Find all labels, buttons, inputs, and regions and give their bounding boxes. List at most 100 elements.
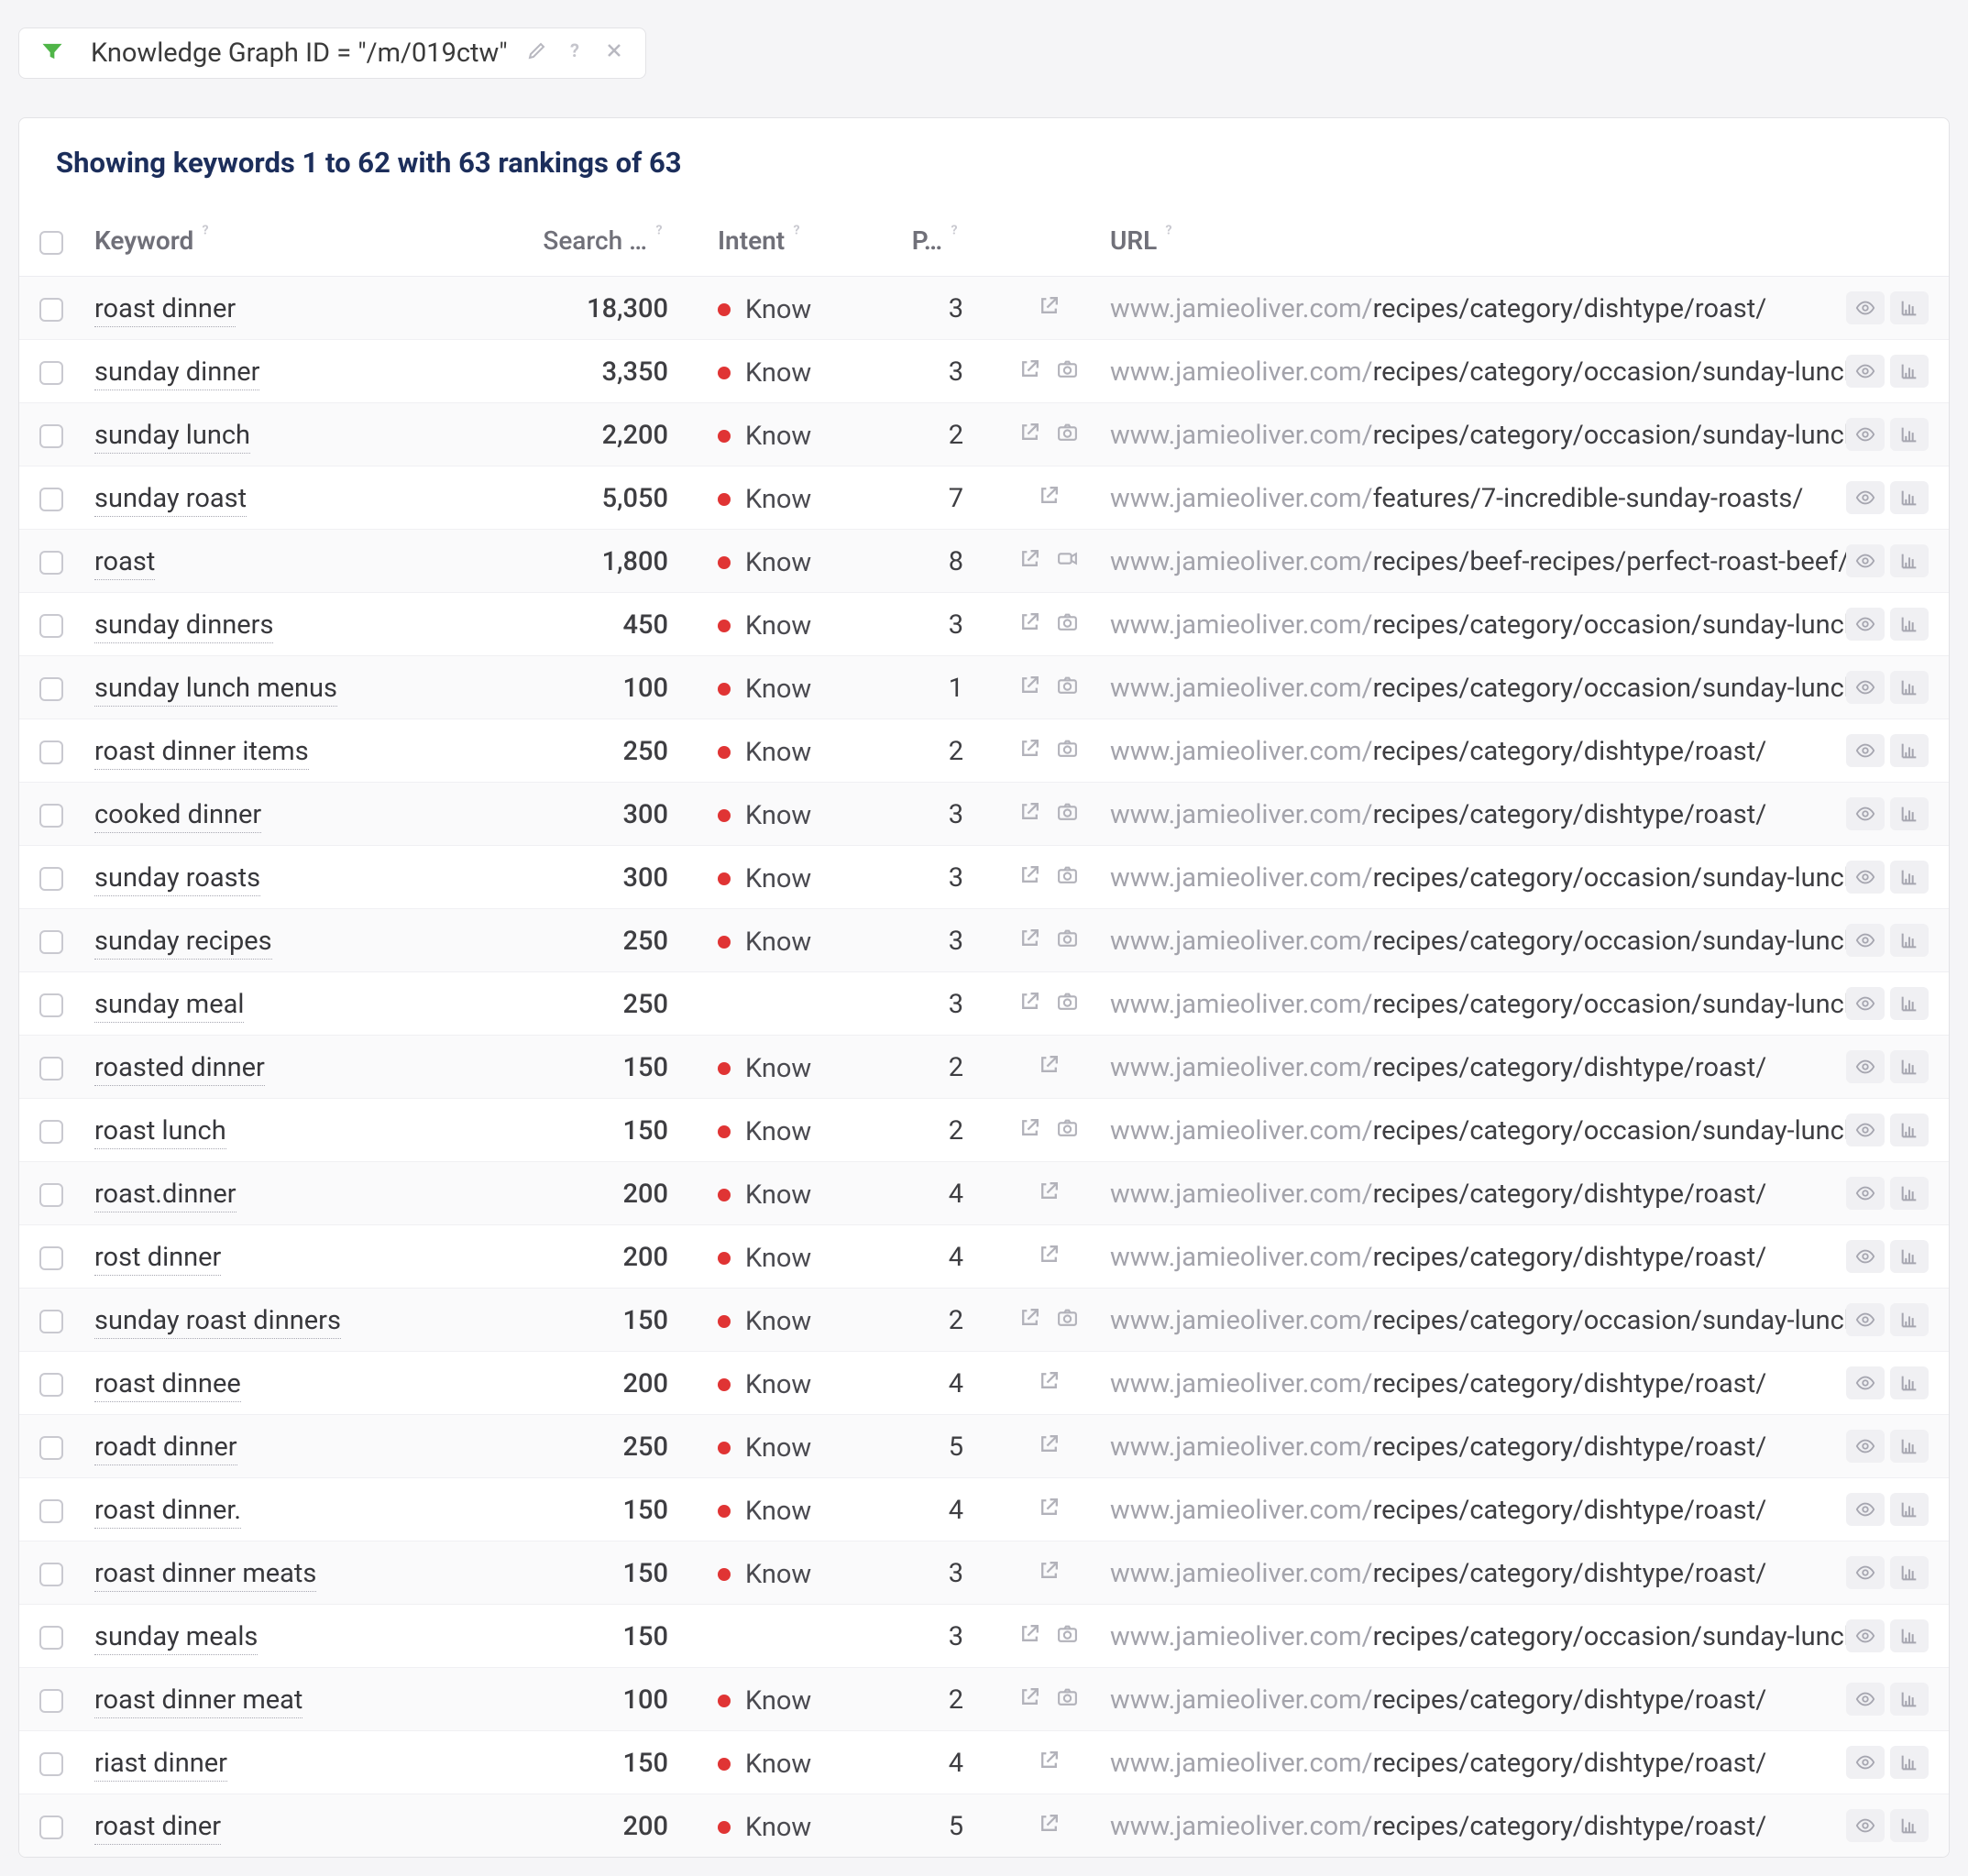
- keyword-link[interactable]: roast dinner meats: [94, 1558, 316, 1592]
- external-link-icon[interactable]: [1038, 293, 1061, 324]
- keyword-link[interactable]: roast dinner items: [94, 736, 309, 770]
- url-link[interactable]: www.jamieoliver.com/recipes/category/dis…: [1099, 1352, 1830, 1415]
- url-link[interactable]: www.jamieoliver.com/recipes/category/dis…: [1099, 783, 1830, 846]
- external-link-icon[interactable]: [1038, 1242, 1061, 1273]
- chart-button[interactable]: [1890, 1556, 1929, 1589]
- view-button[interactable]: [1846, 1556, 1885, 1589]
- view-button[interactable]: [1846, 355, 1885, 388]
- chart-button[interactable]: [1890, 987, 1929, 1020]
- external-link-icon[interactable]: [1018, 1621, 1041, 1652]
- external-link-icon[interactable]: [1018, 673, 1041, 704]
- camera-icon[interactable]: [1056, 989, 1079, 1020]
- video-icon[interactable]: [1056, 546, 1079, 577]
- url-link[interactable]: www.jamieoliver.com/recipes/category/dis…: [1099, 1794, 1830, 1858]
- row-checkbox[interactable]: [39, 614, 63, 638]
- keyword-link[interactable]: roast diner: [94, 1811, 221, 1845]
- view-button[interactable]: [1846, 671, 1885, 704]
- col-position[interactable]: P…?: [881, 200, 998, 277]
- url-link[interactable]: www.jamieoliver.com/recipes/beef-recipes…: [1099, 530, 1830, 593]
- camera-icon[interactable]: [1056, 1305, 1079, 1336]
- camera-icon[interactable]: [1056, 609, 1079, 641]
- row-checkbox[interactable]: [39, 1563, 63, 1586]
- url-link[interactable]: www.jamieoliver.com/recipes/category/occ…: [1099, 656, 1830, 719]
- help-icon[interactable]: ?: [1157, 225, 1178, 256]
- chart-button[interactable]: [1890, 418, 1929, 451]
- row-checkbox[interactable]: [39, 1057, 63, 1081]
- keyword-link[interactable]: roast.dinner: [94, 1179, 236, 1212]
- view-button[interactable]: [1846, 861, 1885, 894]
- url-link[interactable]: www.jamieoliver.com/recipes/category/occ…: [1099, 1605, 1830, 1668]
- external-link-icon[interactable]: [1018, 736, 1041, 767]
- url-link[interactable]: www.jamieoliver.com/recipes/category/dis…: [1099, 1731, 1830, 1794]
- col-search[interactable]: Search …?: [441, 200, 707, 277]
- row-checkbox[interactable]: [39, 1183, 63, 1207]
- chart-button[interactable]: [1890, 1493, 1929, 1526]
- chart-button[interactable]: [1890, 1430, 1929, 1463]
- url-link[interactable]: www.jamieoliver.com/recipes/category/occ…: [1099, 1099, 1830, 1162]
- view-button[interactable]: [1846, 1050, 1885, 1083]
- col-intent[interactable]: Intent?: [707, 200, 881, 277]
- row-checkbox[interactable]: [39, 1120, 63, 1144]
- view-button[interactable]: [1846, 418, 1885, 451]
- chart-button[interactable]: [1890, 1050, 1929, 1083]
- keyword-link[interactable]: sunday dinner: [94, 357, 259, 390]
- col-keyword[interactable]: Keyword?: [83, 200, 441, 277]
- external-link-icon[interactable]: [1038, 1748, 1061, 1779]
- help-icon[interactable]: ?: [647, 225, 668, 256]
- external-link-icon[interactable]: [1018, 926, 1041, 957]
- camera-icon[interactable]: [1056, 1621, 1079, 1652]
- col-url[interactable]: URL?: [1099, 200, 1830, 277]
- keyword-link[interactable]: riast dinner: [94, 1748, 227, 1782]
- help-icon[interactable]: ?: [942, 225, 963, 256]
- url-link[interactable]: www.jamieoliver.com/recipes/category/occ…: [1099, 909, 1830, 972]
- chart-button[interactable]: [1890, 608, 1929, 641]
- select-all-checkbox[interactable]: [39, 231, 63, 255]
- view-button[interactable]: [1846, 1809, 1885, 1842]
- row-checkbox[interactable]: [39, 488, 63, 511]
- camera-icon[interactable]: [1056, 1115, 1079, 1146]
- url-link[interactable]: www.jamieoliver.com/recipes/category/dis…: [1099, 1162, 1830, 1225]
- camera-icon[interactable]: [1056, 736, 1079, 767]
- chart-button[interactable]: [1890, 1746, 1929, 1779]
- keyword-link[interactable]: sunday roasts: [94, 862, 260, 896]
- external-link-icon[interactable]: [1038, 1052, 1061, 1083]
- camera-icon[interactable]: [1056, 357, 1079, 388]
- view-button[interactable]: [1846, 1746, 1885, 1779]
- chart-button[interactable]: [1890, 1619, 1929, 1652]
- row-checkbox[interactable]: [39, 804, 63, 828]
- chart-button[interactable]: [1890, 481, 1929, 514]
- row-checkbox[interactable]: [39, 1499, 63, 1523]
- url-link[interactable]: www.jamieoliver.com/recipes/category/dis…: [1099, 277, 1830, 340]
- help-icon[interactable]: ?: [785, 225, 806, 256]
- external-link-icon[interactable]: [1018, 799, 1041, 830]
- row-checkbox[interactable]: [39, 1436, 63, 1460]
- external-link-icon[interactable]: [1038, 1179, 1061, 1210]
- camera-icon[interactable]: [1056, 420, 1079, 451]
- keyword-link[interactable]: sunday meals: [94, 1621, 258, 1655]
- keyword-link[interactable]: sunday lunch: [94, 420, 250, 454]
- view-button[interactable]: [1846, 608, 1885, 641]
- edit-icon[interactable]: [526, 38, 548, 69]
- keyword-link[interactable]: roast dinner.: [94, 1495, 241, 1529]
- keyword-link[interactable]: sunday dinners: [94, 609, 273, 643]
- url-link[interactable]: www.jamieoliver.com/recipes/category/occ…: [1099, 972, 1830, 1036]
- row-checkbox[interactable]: [39, 361, 63, 385]
- external-link-icon[interactable]: [1038, 1495, 1061, 1526]
- keyword-link[interactable]: sunday roast dinners: [94, 1305, 341, 1339]
- view-button[interactable]: [1846, 1683, 1885, 1716]
- keyword-link[interactable]: sunday meal: [94, 989, 244, 1023]
- external-link-icon[interactable]: [1018, 989, 1041, 1020]
- url-link[interactable]: www.jamieoliver.com/features/7-incredibl…: [1099, 466, 1830, 530]
- keyword-link[interactable]: roast dinner: [94, 293, 236, 327]
- help-icon[interactable]: ?: [193, 225, 214, 256]
- view-button[interactable]: [1846, 544, 1885, 577]
- row-checkbox[interactable]: [39, 1246, 63, 1270]
- external-link-icon[interactable]: [1018, 1684, 1041, 1716]
- chart-button[interactable]: [1890, 1240, 1929, 1273]
- view-button[interactable]: [1846, 1366, 1885, 1399]
- view-button[interactable]: [1846, 481, 1885, 514]
- filter-icon[interactable]: [39, 38, 65, 68]
- row-checkbox[interactable]: [39, 993, 63, 1017]
- view-button[interactable]: [1846, 1619, 1885, 1652]
- view-button[interactable]: [1846, 1303, 1885, 1336]
